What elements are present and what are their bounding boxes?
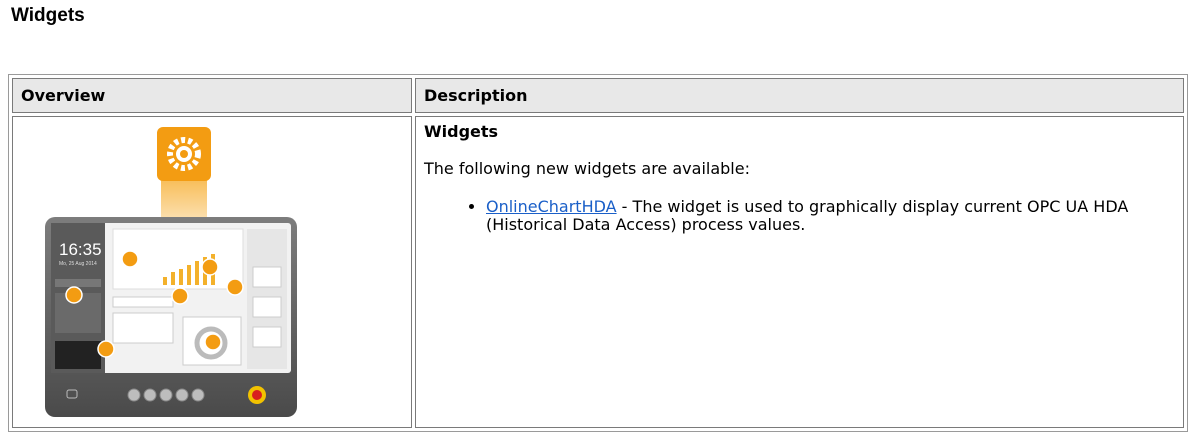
description-heading: Widgets	[424, 122, 499, 141]
panel-illustration: 16:35 Mo, 25 Aug 2014	[45, 127, 297, 417]
description-intro: The following new widgets are available:	[424, 159, 750, 178]
widget-list: OnlineChartHDA - The widget is used to g…	[424, 198, 1175, 234]
page-title: Widgets	[11, 5, 85, 26]
overview-cell: 16:35 Mo, 25 Aug 2014	[12, 116, 412, 428]
gear-widget-icon	[157, 127, 211, 181]
date-text: Mo, 25 Aug 2014	[59, 261, 97, 267]
clock-text: 16:35	[59, 240, 102, 259]
description-cell: Widgets The following new widgets are av…	[415, 116, 1184, 428]
description-header: Description	[415, 78, 1184, 113]
estop-button	[252, 390, 262, 400]
hmi-panel: 16:35 Mo, 25 Aug 2014	[45, 217, 297, 417]
overview-header: Overview	[12, 78, 412, 113]
onlinecharthda-link[interactable]: OnlineChartHDA	[486, 197, 617, 216]
list-item: OnlineChartHDA - The widget is used to g…	[486, 198, 1175, 234]
widgets-table: Overview Description 16:35 Mo, 25 Aug 20…	[8, 74, 1188, 432]
